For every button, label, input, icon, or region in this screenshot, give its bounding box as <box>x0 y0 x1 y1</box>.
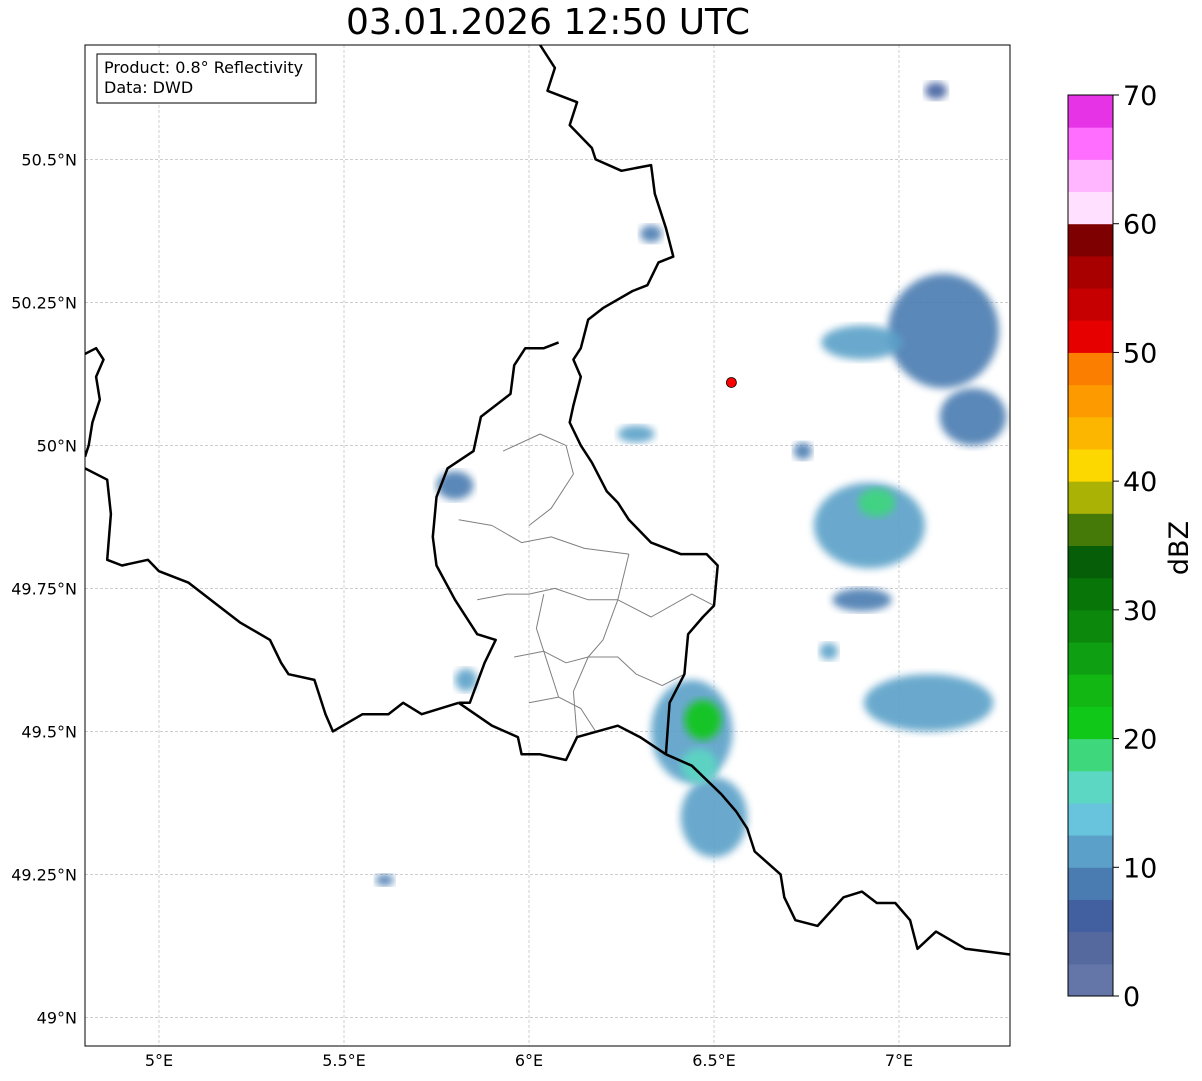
colorbar-band <box>1068 545 1113 579</box>
lon-tick-label: 6°E <box>515 1051 543 1070</box>
info-box: Product: 0.8° Reflectivity Data: DWD <box>96 53 317 104</box>
echo-cell <box>924 82 948 100</box>
canton-border <box>458 519 629 555</box>
colorbar-band <box>1068 127 1113 160</box>
colorbar-band <box>1068 288 1113 321</box>
echo-cell <box>887 273 999 389</box>
canton-border <box>502 433 574 526</box>
echo-cell <box>640 225 663 243</box>
echo-cell <box>680 777 748 858</box>
colorbar-tick-label: 10 <box>1123 853 1157 884</box>
colorbar-tick-label: 0 <box>1123 982 1140 1013</box>
canton-border <box>514 650 685 687</box>
lat-tick-label: 49.75°N <box>11 579 77 598</box>
echo-cell <box>939 388 1007 446</box>
colorbar-tick-label: 30 <box>1123 596 1157 627</box>
colorbar-band <box>1068 674 1113 707</box>
radar-map: Product: 0.8° Reflectivity Data: DWD 5°E… <box>11 44 1195 1070</box>
country-border <box>539 45 719 755</box>
colorbar-band <box>1068 899 1113 933</box>
colorbar-band <box>1068 963 1113 997</box>
colorbar-band <box>1068 352 1113 386</box>
latitude-ticks: 50.5°N 50.25°N 50°N 49.75°N 49.5°N 49.25°N 49°… <box>11 150 77 1027</box>
colorbar-band <box>1068 513 1113 546</box>
colorbar-band <box>1068 384 1113 418</box>
colorbar-band <box>1068 320 1113 353</box>
colorbar-band <box>1068 609 1113 643</box>
lat-tick-label: 49.5°N <box>21 722 77 741</box>
colorbar-tick-label: 20 <box>1123 725 1157 756</box>
echo-cell <box>455 668 478 692</box>
canton-border <box>528 696 597 732</box>
echo-cell <box>819 642 838 660</box>
colorbar-band <box>1068 223 1113 257</box>
lat-tick-label: 49°N <box>37 1008 77 1027</box>
echo-cell <box>832 588 892 612</box>
canton-border <box>477 587 715 618</box>
colorbar-band <box>1068 448 1113 482</box>
lat-tick-label: 50.25°N <box>11 293 77 312</box>
country-border <box>85 346 105 458</box>
colorbar: 0 10 20 30 40 50 60 70 dBZ <box>1067 81 1195 1013</box>
echo-cell <box>375 874 394 886</box>
colorbar-label: dBZ <box>1164 521 1195 575</box>
colorbar-band <box>1068 706 1113 740</box>
colorbar-tick-label: 70 <box>1123 81 1157 112</box>
colorbar-band <box>1068 191 1113 225</box>
echo-cell <box>863 674 994 732</box>
lon-tick-label: 6.5°E <box>692 1051 736 1070</box>
colorbar-tick-label: 40 <box>1123 467 1157 498</box>
canton-border <box>535 593 560 698</box>
country-border <box>85 467 460 733</box>
echo-cell <box>821 325 903 360</box>
colorbar-band <box>1068 931 1113 965</box>
info-data-source: Data: DWD <box>104 78 193 97</box>
lon-tick-label: 5°E <box>145 1051 173 1070</box>
lon-tick-label: 7°E <box>885 1051 913 1070</box>
echo-cell <box>793 442 813 460</box>
colorbar-band <box>1068 642 1113 675</box>
longitude-ticks: 5°E 5.5°E 6°E 6.5°E 7°E <box>145 1051 913 1070</box>
colorbar-tick-label: 60 <box>1123 210 1157 241</box>
colorbar-band <box>1068 867 1113 900</box>
lat-tick-label: 50°N <box>37 436 77 455</box>
colorbar-band <box>1068 95 1113 128</box>
colorbar-tick-label: 50 <box>1123 338 1157 369</box>
radar-site-marker <box>725 377 737 388</box>
colorbar-band <box>1068 159 1113 193</box>
echo-cell <box>684 699 722 740</box>
lat-tick-label: 50.5°N <box>21 150 77 169</box>
echo-cell <box>617 425 655 443</box>
echo-cell <box>680 748 718 783</box>
colorbar-band <box>1068 416 1113 450</box>
country-border <box>431 341 560 705</box>
colorbar-band <box>1068 738 1113 772</box>
info-product: Product: 0.8° Reflectivity <box>104 58 303 77</box>
colorbar-band <box>1068 802 1113 836</box>
lat-tick-label: 49.25°N <box>11 865 77 884</box>
lon-tick-label: 5.5°E <box>322 1051 366 1070</box>
colorbar-band <box>1068 481 1113 514</box>
colorbar-band <box>1068 255 1113 289</box>
colorbar-band <box>1068 835 1113 868</box>
colorbar-band <box>1068 770 1113 804</box>
colorbar-band <box>1068 577 1113 611</box>
echo-cell <box>858 488 896 517</box>
